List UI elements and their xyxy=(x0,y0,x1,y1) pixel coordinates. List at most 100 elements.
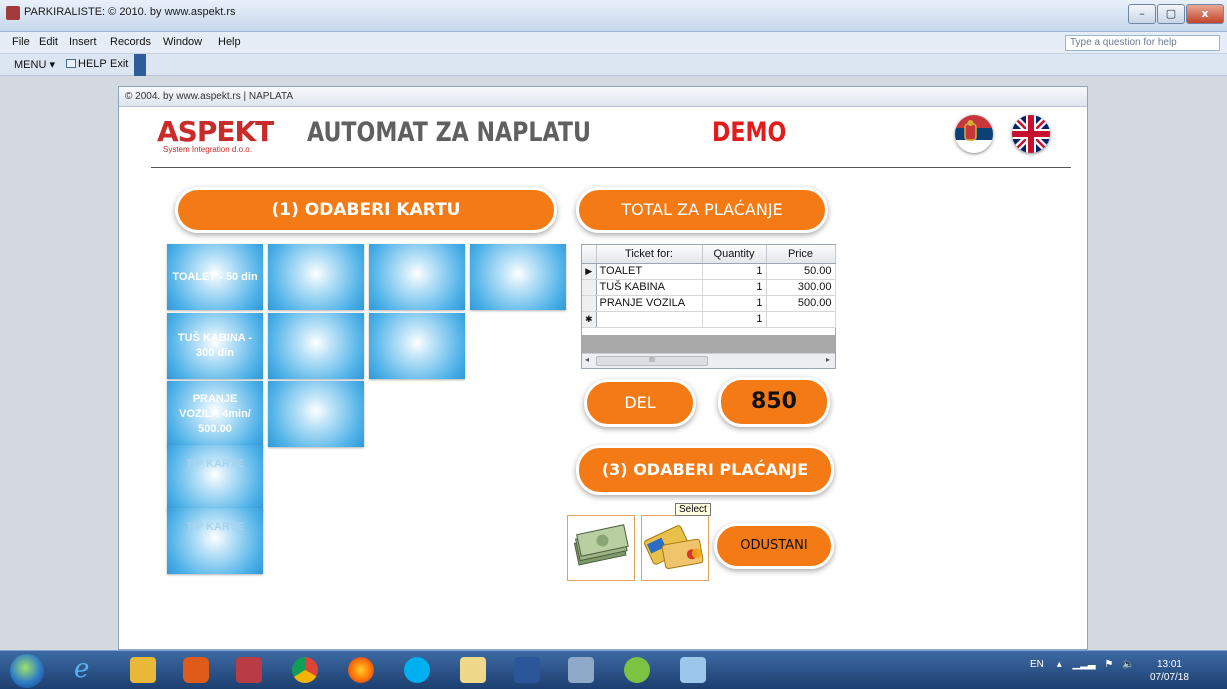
ticket-tile-empty[interactable] xyxy=(268,381,364,447)
header-divider xyxy=(151,167,1071,168)
window-titlebar: PARKIRALISTE: © 2010. by www.aspekt.rs –… xyxy=(0,0,1227,32)
table-row[interactable]: ▶ TOALET 1 50.00 xyxy=(582,263,836,280)
menu-help[interactable]: Help xyxy=(218,36,241,48)
grid-horizontal-scrollbar[interactable]: ◂ III ▸ xyxy=(582,353,835,368)
media-player-icon[interactable] xyxy=(183,657,209,683)
row-selector[interactable] xyxy=(582,295,597,312)
start-button[interactable] xyxy=(10,654,44,688)
cash-payment-button[interactable] xyxy=(567,515,635,581)
menu-window[interactable]: Window xyxy=(163,36,202,48)
skype-icon[interactable] xyxy=(404,657,430,683)
grid-header-price[interactable]: Price xyxy=(766,245,836,264)
ticket-grid[interactable]: Ticket for: Quantity Price ▶ TOALET 1 50… xyxy=(581,244,836,369)
clock-date: 07/07/18 xyxy=(1150,672,1189,683)
volume-icon[interactable]: 🔈 xyxy=(1122,659,1134,670)
menu-file[interactable]: File xyxy=(12,36,30,48)
flag-icon[interactable]: ⚑ xyxy=(1104,659,1113,670)
delete-button[interactable]: DEL xyxy=(584,379,696,427)
card-payment-button[interactable] xyxy=(641,515,709,581)
row-selector[interactable]: ▶ xyxy=(582,263,597,280)
table-row[interactable]: TUŠ KABINA 1 300.00 xyxy=(582,279,836,296)
logo-subtitle: System Integration d.o.o. xyxy=(163,145,252,154)
close-button[interactable]: x xyxy=(1186,4,1224,24)
ticket-tile-empty[interactable] xyxy=(268,244,364,310)
clock-time: 13:01 xyxy=(1156,659,1182,670)
ticket-tile-tip-karte[interactable]: TIP KARTE xyxy=(167,445,263,511)
toolbar-exit-button[interactable]: Exit xyxy=(110,58,128,70)
scroll-thumb[interactable]: III xyxy=(596,356,708,366)
ticket-tile-tip-karte[interactable]: TIP KARTE xyxy=(167,508,263,574)
uk-flag-icon[interactable] xyxy=(1012,115,1050,153)
windows-taskbar: e EN ▴ ▁▂▃ ⚑ 🔈 13:01 07/07/18 xyxy=(0,650,1227,689)
tray-up-icon[interactable]: ▴ xyxy=(1057,659,1062,670)
access-icon[interactable] xyxy=(236,657,262,683)
total-button[interactable]: TOTAL ZA PLAĆANJE xyxy=(576,187,828,233)
ticket-tile-empty[interactable] xyxy=(369,313,465,379)
table-row-new[interactable]: ✱ 1 xyxy=(582,311,836,328)
language-indicator[interactable]: EN xyxy=(1030,659,1044,670)
serbian-flag-icon[interactable] xyxy=(955,115,993,153)
row-selector[interactable] xyxy=(582,279,597,296)
row-selector[interactable]: ✱ xyxy=(582,311,597,328)
cell-ticket[interactable]: TUŠ KABINA xyxy=(596,279,703,296)
app-icon[interactable] xyxy=(624,657,650,683)
cell-ticket[interactable]: PRANJE VOZILA xyxy=(596,295,703,312)
menu-insert[interactable]: Insert xyxy=(69,36,97,48)
cell-ticket[interactable]: TOALET xyxy=(596,263,703,280)
choose-payment-button[interactable]: (3) ODABERI PLAĆANJE xyxy=(576,445,834,495)
cell-price[interactable]: 50.00 xyxy=(766,263,836,280)
app-icon[interactable] xyxy=(568,657,594,683)
app-icon[interactable] xyxy=(680,657,706,683)
cell-quantity[interactable]: 1 xyxy=(702,279,767,296)
ticket-tile-empty[interactable] xyxy=(268,313,364,379)
scroll-right-icon[interactable]: ▸ xyxy=(826,355,830,364)
grid-header-row: Ticket for: Quantity Price xyxy=(582,245,836,264)
clock[interactable]: 13:01 07/07/18 xyxy=(1150,658,1189,684)
ie-icon[interactable]: e xyxy=(74,656,100,683)
cell-price[interactable]: 500.00 xyxy=(766,295,836,312)
table-row[interactable]: PRANJE VOZILA 1 500.00 xyxy=(582,295,836,312)
menu-edit[interactable]: Edit xyxy=(39,36,58,48)
signal-icon[interactable]: ▁▂▃ xyxy=(1073,659,1096,670)
cell-price[interactable] xyxy=(766,311,836,328)
ticket-tile-tus-kabina[interactable]: TUŠ KABINA - 300 din xyxy=(167,313,263,379)
cell-quantity[interactable]: 1 xyxy=(702,295,767,312)
cell-ticket[interactable] xyxy=(596,311,703,328)
help-search-input[interactable]: Type a question for help xyxy=(1065,35,1220,51)
explorer-icon[interactable] xyxy=(460,657,486,683)
cash-icon xyxy=(573,524,629,566)
scroll-left-icon[interactable]: ◂ xyxy=(585,355,589,364)
cell-quantity[interactable]: 1 xyxy=(702,311,767,328)
credit-card-icon xyxy=(643,525,704,569)
ticket-tile-pranje-vozila[interactable]: PRANJE VOZILA 4min/ 500.00 xyxy=(167,381,263,447)
word-icon[interactable] xyxy=(514,657,540,683)
form-caption: © 2004. by www.aspekt.rs | NAPLATA xyxy=(119,87,1087,107)
grid-header-ticket[interactable]: Ticket for: xyxy=(596,245,703,264)
help-icon xyxy=(66,59,76,68)
menu-records[interactable]: Records xyxy=(110,36,151,48)
choose-ticket-button[interactable]: (1) ODABERI KARTU xyxy=(175,187,557,233)
toolbar-help-label: HELP xyxy=(78,58,107,70)
toolbar-menu-button[interactable]: MENU ▾ xyxy=(14,58,55,71)
cell-quantity[interactable]: 1 xyxy=(702,263,767,280)
ticket-tile-empty[interactable] xyxy=(470,244,566,310)
grid-empty-area xyxy=(582,335,835,353)
maximize-button[interactable]: ▢ xyxy=(1157,4,1185,24)
grid-header-quantity[interactable]: Quantity xyxy=(702,245,767,264)
ticket-tile-toalet[interactable]: TOALET - 50 din xyxy=(167,244,263,310)
naplata-form: © 2004. by www.aspekt.rs | NAPLATA ASPEK… xyxy=(118,86,1088,650)
toolbar-overflow[interactable] xyxy=(134,54,146,76)
toolbar-help-button[interactable]: HELP xyxy=(66,58,107,70)
firefox-icon[interactable] xyxy=(348,657,374,683)
cell-price[interactable]: 300.00 xyxy=(766,279,836,296)
cancel-button[interactable]: ODUSTANI xyxy=(714,523,834,569)
chrome-icon[interactable] xyxy=(292,657,318,683)
folder-icon[interactable] xyxy=(130,657,156,683)
minimize-button[interactable]: – xyxy=(1128,4,1156,24)
total-amount: 850 xyxy=(718,377,830,427)
demo-label: DEMO xyxy=(712,117,787,148)
page-title: AUTOMAT ZA NAPLATU xyxy=(307,117,592,148)
ticket-tile-empty[interactable] xyxy=(369,244,465,310)
system-tray[interactable]: EN ▴ ▁▂▃ ⚑ 🔈 xyxy=(1030,659,1135,670)
logo-word: ASPEKT xyxy=(157,115,274,148)
